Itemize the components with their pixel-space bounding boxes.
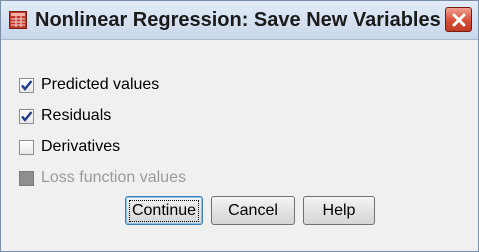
dialog-body: Predicted values Residuals Derivatives L… <box>1 40 478 251</box>
option-derivatives[interactable]: Derivatives <box>19 136 120 158</box>
cancel-button[interactable]: Cancel <box>211 196 295 225</box>
option-residuals[interactable]: Residuals <box>19 105 111 127</box>
checkmark-icon <box>21 79 33 91</box>
residuals-label: Residuals <box>41 107 112 124</box>
continue-button[interactable]: Continue <box>125 196 203 225</box>
derivatives-checkbox[interactable] <box>19 139 34 155</box>
derivatives-label: Derivatives <box>41 138 121 155</box>
predicted-values-label: Predicted values <box>41 76 160 93</box>
predicted-values-checkbox[interactable] <box>19 77 34 93</box>
help-button[interactable]: Help <box>303 196 375 225</box>
help-button-label: Help <box>322 201 356 219</box>
cancel-button-label: Cancel <box>228 201 278 219</box>
spss-table-icon <box>9 11 27 29</box>
option-predicted-values[interactable]: Predicted values <box>19 74 159 96</box>
close-button[interactable] <box>445 7 472 32</box>
close-icon <box>452 13 465 26</box>
window-title: Nonlinear Regression: Save New Variables <box>35 9 441 31</box>
checkmark-icon <box>21 110 33 122</box>
continue-button-label: Continue <box>128 199 200 222</box>
option-loss-function-values: Loss function values <box>19 167 186 189</box>
dialog-window: Nonlinear Regression: Save New Variables… <box>0 0 479 252</box>
loss-function-values-label: Loss function values <box>41 169 186 186</box>
loss-function-values-checkbox <box>19 170 34 186</box>
residuals-checkbox[interactable] <box>19 108 34 124</box>
title-bar[interactable]: Nonlinear Regression: Save New Variables <box>1 1 478 40</box>
